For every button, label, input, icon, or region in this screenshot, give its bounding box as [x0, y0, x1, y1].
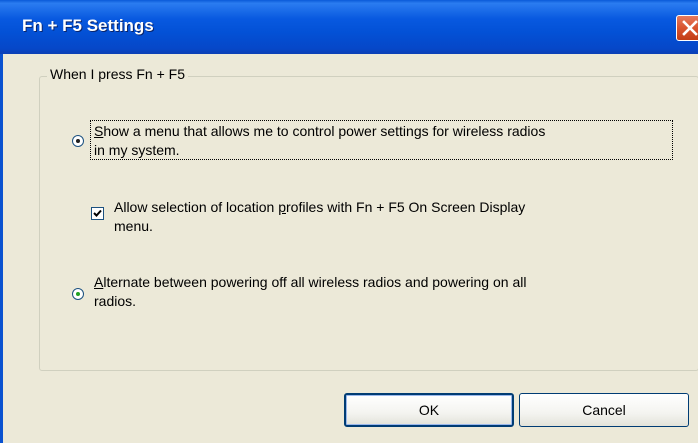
close-button[interactable]	[676, 15, 698, 41]
alternate-radio[interactable]	[72, 288, 84, 300]
location-profiles-line1: Allow selection of location profiles wit…	[114, 199, 526, 215]
location-profiles-checkbox[interactable]	[91, 207, 104, 220]
close-icon	[682, 20, 698, 36]
location-profiles-line2: menu.	[114, 218, 153, 234]
ok-button[interactable]: OK	[344, 393, 514, 427]
window-title: Fn + F5 Settings	[22, 16, 154, 35]
show-menu-line2: in my system.	[94, 142, 180, 158]
alternate-label[interactable]: Alternate between powering off all wirel…	[94, 273, 526, 311]
checkmark-icon	[93, 209, 102, 217]
location-profiles-label[interactable]: Allow selection of location profiles wit…	[114, 198, 525, 236]
group-label: When I press Fn + F5	[47, 66, 188, 82]
window-frame	[0, 54, 3, 443]
alternate-line1: Alternate between powering off all wirel…	[94, 274, 527, 290]
cancel-button[interactable]: Cancel	[519, 393, 689, 427]
title-bar[interactable]: Fn + F5 Settings	[0, 0, 698, 54]
show-menu-line1: Show a menu that allows me to control po…	[94, 123, 546, 139]
show-menu-label[interactable]: Show a menu that allows me to control po…	[94, 122, 545, 160]
show-menu-radio[interactable]	[72, 135, 84, 147]
alternate-line2: radios.	[94, 293, 137, 309]
radio-dot-icon	[76, 292, 80, 296]
radio-dot-icon	[76, 139, 80, 143]
